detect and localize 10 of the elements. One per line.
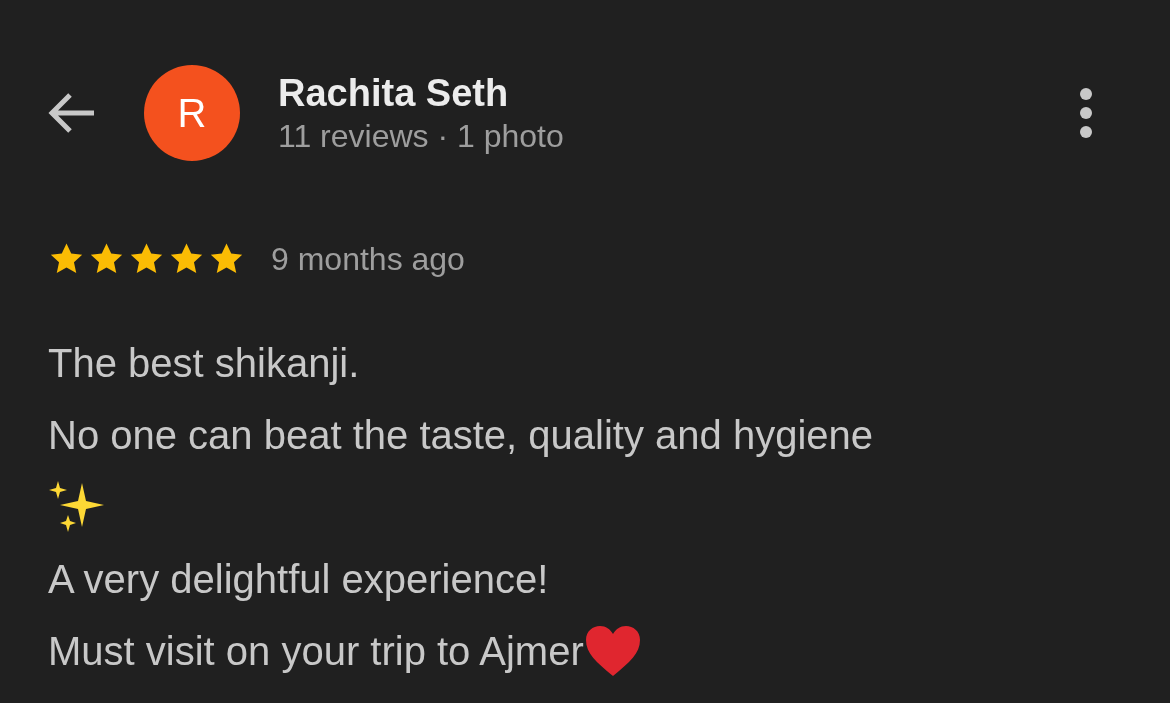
avatar: R — [144, 65, 240, 161]
review-text: The best shikanji. — [48, 340, 360, 387]
review-time: 9 months ago — [271, 240, 465, 279]
heart-icon — [583, 624, 642, 678]
more-icon — [1079, 87, 1093, 139]
review-text: No one can beat the taste, quality and hygiene — [48, 412, 874, 459]
review-text: Must visit on your trip to Ajmer — [48, 628, 584, 675]
reviewer-stats: 11 reviews · 1 photo — [278, 117, 564, 156]
review-text: A very delightful experience! — [48, 556, 549, 603]
reviewer-name: Rachita Seth — [278, 71, 510, 116]
